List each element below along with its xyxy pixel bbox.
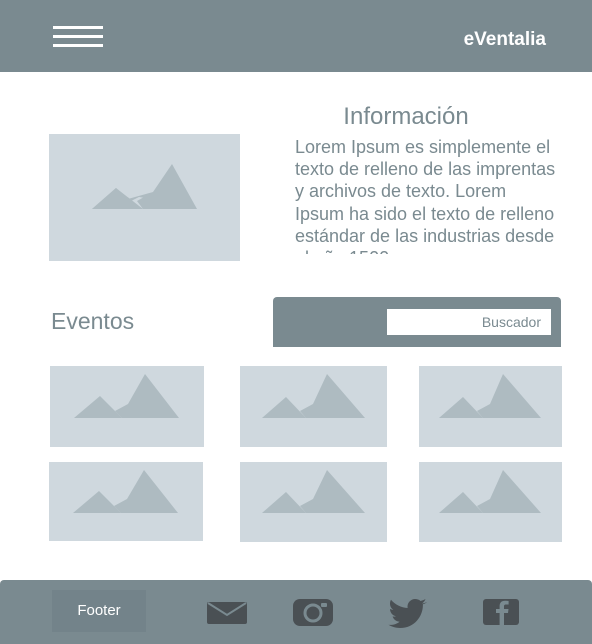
event-card[interactable]: [49, 462, 203, 541]
image-placeholder-icon: [439, 470, 541, 513]
header-bar: eVentalia: [0, 0, 592, 72]
search-input[interactable]: [387, 309, 551, 335]
brand-title: eVentalia: [463, 29, 546, 50]
facebook-icon[interactable]: [483, 599, 519, 625]
image-placeholder-icon: [262, 374, 365, 418]
instagram-icon[interactable]: [293, 599, 333, 626]
twitter-icon[interactable]: [387, 599, 428, 628]
hamburger-menu-icon[interactable]: [53, 26, 103, 48]
image-placeholder-icon: [439, 374, 541, 418]
image-placeholder-icon: [73, 470, 178, 513]
event-card[interactable]: [50, 366, 204, 447]
search-bar: [273, 297, 561, 347]
image-placeholder-icon: [74, 374, 179, 418]
footer-label-box: Footer: [52, 590, 146, 632]
events-title: Eventos: [51, 308, 135, 334]
image-placeholder-icon: [262, 470, 365, 513]
info-image: [49, 134, 240, 261]
info-title: Información: [343, 103, 469, 130]
event-card[interactable]: [419, 462, 562, 542]
mail-icon[interactable]: [207, 602, 247, 624]
info-text: Lorem Ipsum es simplemente el texto de r…: [295, 137, 556, 254]
event-card[interactable]: [419, 366, 562, 447]
event-card[interactable]: [240, 366, 387, 447]
event-card[interactable]: [240, 462, 387, 542]
footer-bar: Footer: [0, 580, 592, 644]
footer-label: Footer: [77, 602, 121, 619]
image-placeholder-icon: [92, 164, 197, 209]
